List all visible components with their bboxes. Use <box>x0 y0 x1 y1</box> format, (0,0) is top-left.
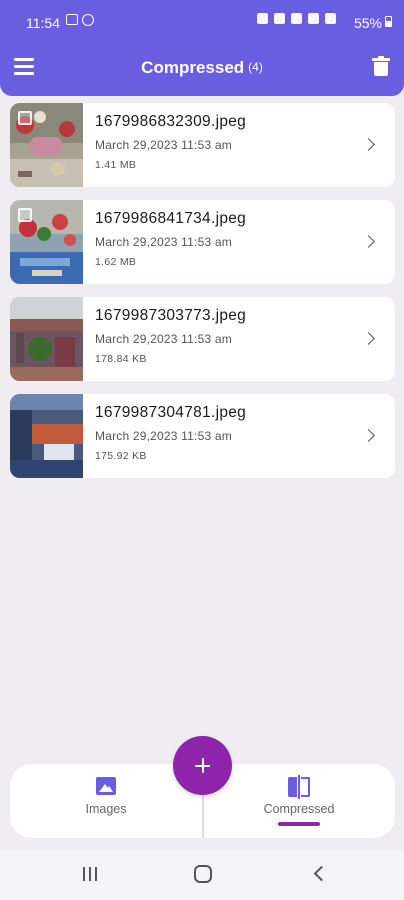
page-title-text: Compressed <box>141 58 245 77</box>
file-size: 1.62 MB <box>95 256 137 268</box>
recents-icon[interactable] <box>83 867 99 881</box>
file-size: 175.92 KB <box>95 450 147 462</box>
signal-icon <box>325 13 336 24</box>
image-icon <box>96 777 116 795</box>
file-row[interactable]: 1679987303773.jpeg March 29,2023 11:53 a… <box>10 297 395 381</box>
item-count: (4) <box>248 60 263 74</box>
file-row[interactable]: 1679986841734.jpeg March 29,2023 11:53 a… <box>10 200 395 284</box>
tab-images-label: Images <box>85 802 127 816</box>
file-name: 1679987304781.jpeg <box>95 404 247 421</box>
battery-icon <box>385 16 392 27</box>
app-bar: Compressed (4) <box>0 40 404 96</box>
tab-compressed[interactable]: Compressed <box>203 764 395 838</box>
add-button[interactable] <box>173 736 232 795</box>
page-title: Compressed (4) <box>0 58 404 78</box>
gallery-icon <box>66 14 78 25</box>
file-list: 1679986832309.jpeg March 29,2023 11:53 a… <box>10 103 395 491</box>
select-checkbox[interactable] <box>18 208 32 222</box>
back-icon[interactable] <box>313 865 330 882</box>
notification-icon <box>257 13 268 24</box>
select-checkbox[interactable] <box>18 111 32 125</box>
file-date: March 29,2023 11:53 am <box>95 332 232 346</box>
status-time: 11:54 <box>26 15 60 31</box>
file-size: 1.41 MB <box>95 159 137 171</box>
file-name: 1679986832309.jpeg <box>95 113 247 130</box>
trash-icon[interactable] <box>372 56 390 78</box>
file-size: 178.84 KB <box>95 353 147 365</box>
data-saver-icon <box>82 14 94 26</box>
compare-icon <box>288 775 310 799</box>
status-bar: 11:54 55% <box>0 0 404 40</box>
system-navigation-bar <box>0 850 404 900</box>
chevron-right-icon <box>362 332 375 345</box>
active-tab-indicator <box>278 822 320 826</box>
chevron-right-icon <box>362 138 375 151</box>
home-icon[interactable] <box>194 865 212 883</box>
file-date: March 29,2023 11:53 am <box>95 138 232 152</box>
file-row[interactable]: 1679987304781.jpeg March 29,2023 11:53 a… <box>10 394 395 478</box>
tab-compressed-label: Compressed <box>263 802 335 816</box>
wifi-icon <box>308 13 319 24</box>
file-date: March 29,2023 11:53 am <box>95 429 232 443</box>
file-thumbnail <box>10 394 83 478</box>
mute-icon <box>291 13 302 24</box>
file-thumbnail <box>10 297 83 381</box>
file-row[interactable]: 1679986832309.jpeg March 29,2023 11:53 a… <box>10 103 395 187</box>
battery-percent: 55% <box>353 15 382 31</box>
alarm-icon <box>274 13 285 24</box>
chevron-right-icon <box>362 429 375 442</box>
tab-images[interactable]: Images <box>10 764 202 838</box>
file-name: 1679987303773.jpeg <box>95 307 247 324</box>
file-date: March 29,2023 11:53 am <box>95 235 232 249</box>
chevron-right-icon <box>362 235 375 248</box>
file-name: 1679986841734.jpeg <box>95 210 247 227</box>
